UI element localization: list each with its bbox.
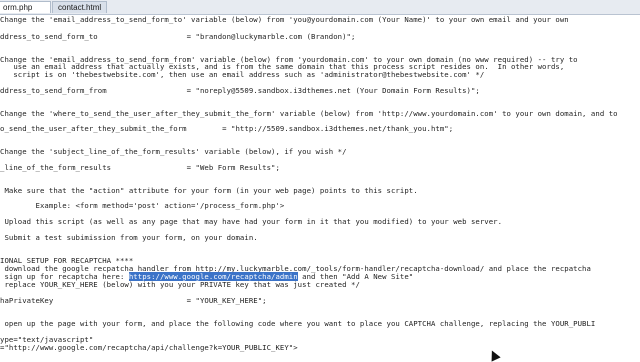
code-line: ddress_to_send_form_to = "brandon@luckym… [0, 32, 356, 41]
code-line: Example: <form method='post' action='/pr… [0, 201, 285, 210]
code-line: ="http://www.google.com/recaptcha/api/ch… [0, 343, 298, 352]
code-line: script is on 'thebestwebsite.com', then … [0, 70, 485, 79]
code-editor[interactable]: Change the 'email_address_to_send_form_t… [0, 15, 640, 360]
code-line: Submit a test subimission from your form… [0, 233, 258, 242]
code-line: Change the 'where_to_send_the_user_after… [0, 109, 618, 118]
tab-contact-html[interactable]: contact.html [52, 1, 107, 13]
code-line: _line_of_the_form_results = "Web Form Re… [0, 163, 280, 172]
code-line: Change the 'subject_line_of_the_form_res… [0, 147, 347, 156]
code-line: replace YOUR_KEY_HERE (below) with you y… [0, 280, 360, 289]
code-line: ddress_to_send_form_from = "noreply@5509… [0, 86, 480, 95]
editor-tab-bar: orm.php contact.html [0, 0, 640, 15]
code-line: haPrivateKey = "YOUR_KEY_HERE"; [0, 296, 267, 305]
code-line: Upload this script (as well as any page … [0, 217, 503, 226]
code-line: open up the page with your form, and pla… [0, 319, 596, 328]
code-line: Change the 'email_address_to_send_form_t… [0, 15, 569, 24]
tab-form-php[interactable]: orm.php [0, 1, 51, 13]
code-line: o_send_the_user_after_they_submit_the_fo… [0, 124, 454, 133]
code-line: Make sure that the "action" attribute fo… [0, 186, 418, 195]
